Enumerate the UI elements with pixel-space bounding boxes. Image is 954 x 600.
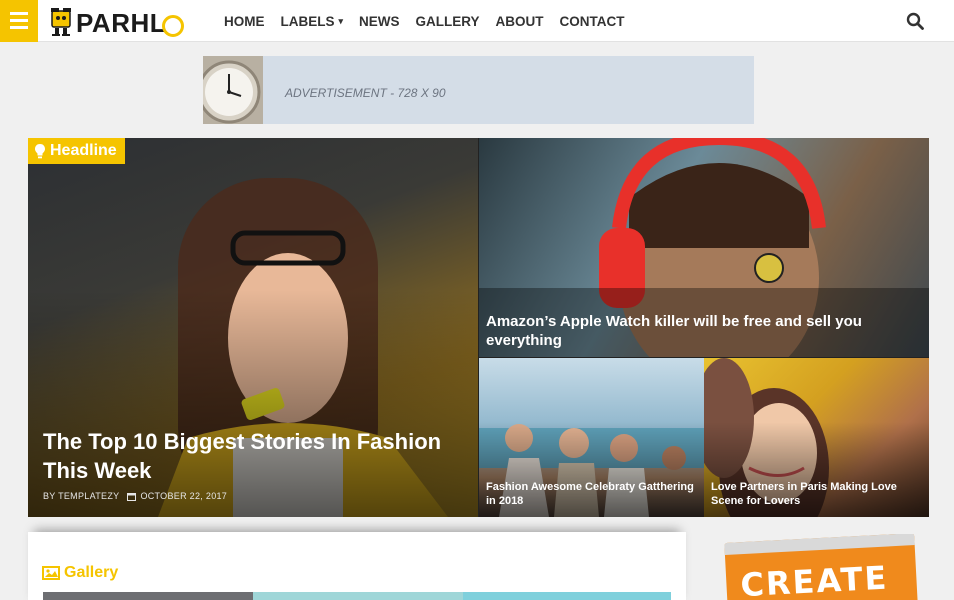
featured-grid: Headline The Top 10 Biggest Stories In F…	[28, 138, 929, 517]
featured-post-bottom-left[interactable]: Fashion Awesome Celebraty Gatthering in …	[479, 358, 704, 517]
featured-main-meta: BY TEMPLATEZY OCTOBER 22, 2017	[43, 491, 227, 501]
nav-item-contact[interactable]: CONTACT	[560, 0, 641, 42]
featured-post-main[interactable]: Headline The Top 10 Biggest Stories In F…	[28, 138, 478, 517]
gallery-thumb[interactable]	[253, 592, 463, 600]
post-author[interactable]: BY TEMPLATEZY	[43, 491, 119, 501]
nav-item-home[interactable]: HOME	[224, 0, 281, 42]
gallery-thumb[interactable]	[43, 592, 253, 600]
featured-top-right-title[interactable]: Amazon’s Apple Watch killer will be free…	[486, 312, 916, 350]
headline-badge-label: Headline	[50, 142, 117, 159]
lightbulb-icon	[35, 144, 45, 159]
post-date: OCTOBER 22, 2017	[140, 491, 228, 501]
image-icon	[42, 566, 60, 580]
sidebar-ad-browser-bar	[724, 534, 915, 556]
gallery-section: Gallery	[28, 532, 686, 600]
menu-icon-line	[10, 19, 28, 22]
logo-mascot-icon	[51, 8, 71, 36]
gallery-heading: Gallery	[42, 564, 118, 582]
ad-label: ADVERTISEMENT - 728 X 90	[285, 86, 446, 100]
ad-clock-image	[203, 56, 263, 124]
nav-item-news[interactable]: NEWS	[359, 0, 416, 42]
sidebar-ad-browser-frame: CREATE	[724, 534, 918, 600]
menu-button[interactable]	[0, 0, 38, 42]
featured-post-top-right[interactable]: Amazon’s Apple Watch killer will be free…	[479, 138, 929, 357]
logo-o-ring	[162, 15, 184, 37]
clock-icon	[203, 56, 263, 124]
menu-icon-line	[10, 12, 28, 15]
calendar-icon	[127, 492, 137, 501]
nav-item-labels[interactable]: LABELS ▾	[281, 0, 360, 42]
site-header: PARHL HOME LABELS ▾ NEWS GALLERY ABOUT CO…	[0, 0, 954, 42]
featured-bottom-left-title[interactable]: Fashion Awesome Celebraty Gatthering in …	[486, 480, 696, 508]
gallery-title: Gallery	[64, 564, 119, 581]
ad-banner[interactable]: ADVERTISEMENT - 728 X 90	[203, 56, 754, 124]
caret-down-icon: ▾	[338, 16, 344, 26]
nav-item-gallery[interactable]: GALLERY	[416, 0, 496, 42]
featured-main-title[interactable]: The Top 10 Biggest Stories In Fashion Th…	[43, 427, 443, 485]
headline-badge: Headline	[28, 138, 125, 164]
menu-icon-line	[10, 26, 28, 29]
featured-bottom-right-title[interactable]: Love Partners in Paris Making Love Scene…	[711, 480, 921, 508]
nav-item-labels-label: LABELS	[280, 14, 335, 29]
sidebar-ad-text: CREATE	[739, 558, 890, 600]
sidebar-ad[interactable]: CREATE	[716, 534, 922, 600]
logo-text: PARHL	[76, 8, 167, 38]
nav-item-about[interactable]: ABOUT	[496, 0, 560, 42]
site-logo[interactable]: PARHL	[46, 3, 196, 39]
search-icon[interactable]	[906, 12, 924, 30]
featured-post-bottom-right[interactable]: Love Partners in Paris Making Love Scene…	[704, 358, 929, 517]
gallery-thumb[interactable]	[463, 592, 671, 600]
main-nav: HOME LABELS ▾ NEWS GALLERY ABOUT CONTACT	[224, 0, 641, 42]
